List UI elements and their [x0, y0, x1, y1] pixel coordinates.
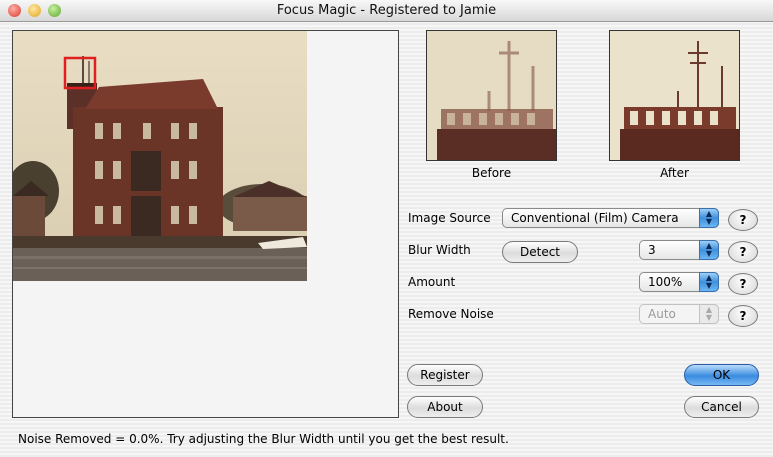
ok-button[interactable]: OK [684, 364, 759, 386]
image-source-select[interactable]: Conventional (Film) Camera ▲ ▼ [502, 208, 719, 228]
title-bar: Focus Magic - Registered to Jamie [0, 0, 773, 22]
up-down-arrows-icon: ▲ ▼ [699, 208, 719, 228]
remove-noise-select[interactable]: Auto ▲ ▼ [639, 304, 719, 324]
status-text: Noise Removed = 0.0%. Try adjusting the … [18, 432, 509, 446]
amount-help-button[interactable]: ? [728, 273, 758, 295]
up-down-arrows-icon: ▲ ▼ [699, 304, 719, 324]
minimize-icon[interactable] [28, 4, 41, 17]
detect-button[interactable]: Detect [502, 241, 578, 263]
remove-noise-help-button[interactable]: ? [728, 305, 758, 327]
image-source-label: Image Source [408, 211, 491, 225]
image-source-value: Conventional (Film) Camera [511, 211, 679, 225]
before-thumbnail [426, 30, 557, 161]
image-source-help-button[interactable]: ? [728, 209, 758, 231]
zoom-icon[interactable] [48, 4, 61, 17]
amount-select[interactable]: 100% ▲ ▼ [639, 272, 719, 292]
after-label: After [660, 166, 689, 180]
blur-width-help-button[interactable]: ? [728, 241, 758, 263]
up-down-arrows-icon: ▲ ▼ [699, 272, 719, 292]
register-button[interactable]: Register [407, 364, 483, 386]
amount-value: 100% [648, 275, 683, 289]
remove-noise-label: Remove Noise [408, 307, 494, 321]
cancel-button[interactable]: Cancel [684, 396, 759, 418]
remove-noise-value: Auto [648, 307, 676, 321]
blur-width-select[interactable]: 3 ▲ ▼ [639, 240, 719, 260]
after-thumbnail [609, 30, 740, 161]
blur-width-value: 3 [648, 243, 656, 257]
close-icon[interactable] [8, 4, 21, 17]
image-preview[interactable] [12, 30, 399, 418]
up-down-arrows-icon: ▲ ▼ [699, 240, 719, 260]
amount-label: Amount [408, 275, 456, 289]
window-title: Focus Magic - Registered to Jamie [276, 3, 497, 18]
photo-image [13, 31, 307, 281]
about-button[interactable]: About [407, 396, 483, 418]
blur-width-label: Blur Width [408, 243, 471, 257]
before-label: Before [471, 166, 512, 180]
